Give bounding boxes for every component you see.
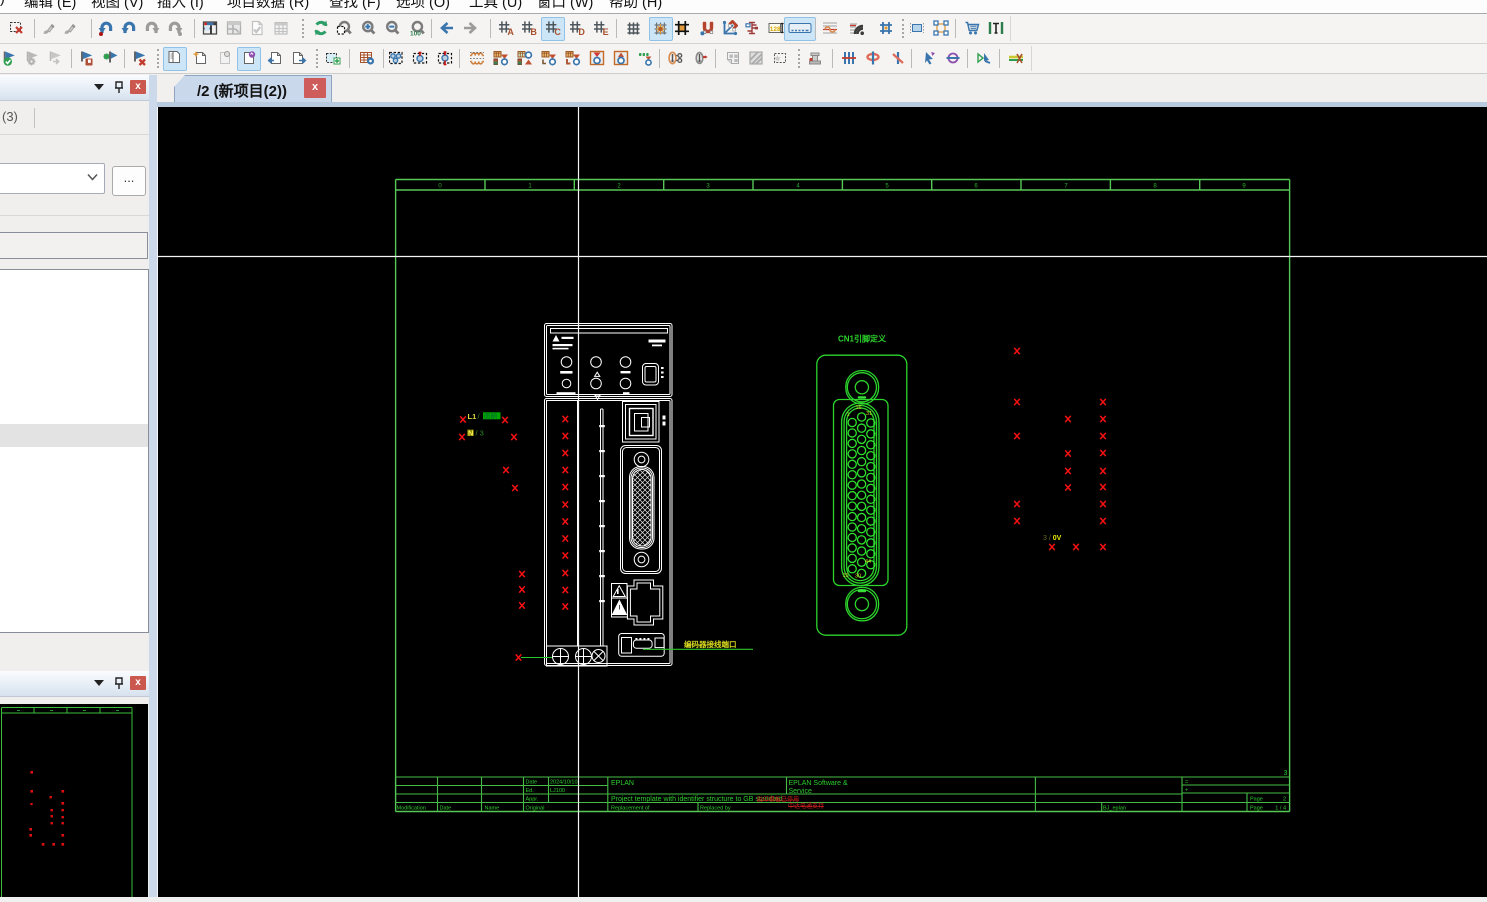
svg-text:Replacement of: Replacement of: [611, 806, 650, 812]
svg-text:9: 9: [1242, 184, 1246, 190]
svg-text:7: 7: [1064, 184, 1068, 190]
svg-text:30: 30: [855, 574, 861, 580]
svg-text:Replaced by: Replaced by: [700, 806, 731, 812]
svg-text:EPLAN: EPLAN: [611, 780, 634, 787]
svg-text:C: C: [554, 27, 561, 36]
svg-text:128: 128: [770, 26, 781, 33]
svg-text:Ed.: Ed.: [526, 788, 535, 794]
svg-text:100: 100: [410, 31, 421, 37]
svg-text:2: 2: [617, 184, 621, 190]
svg-text:E: E: [603, 27, 609, 36]
svg-text:15: 15: [843, 573, 849, 579]
svg-text:A: A: [507, 27, 514, 36]
svg-text:Original: Original: [526, 806, 545, 812]
svg-text:Date: Date: [440, 806, 452, 812]
svg-text:Name: Name: [485, 806, 500, 812]
svg-text:N: N: [468, 429, 473, 438]
svg-text:照明: 照明: [484, 413, 498, 421]
svg-text:BJ_eplan: BJ_eplan: [1103, 806, 1126, 812]
svg-text:Page: Page: [1250, 797, 1263, 803]
svg-text:2: 2: [1283, 797, 1286, 803]
svg-text:31: 31: [866, 411, 872, 417]
svg-text:L1: L1: [468, 412, 477, 421]
svg-text:Service: Service: [789, 788, 812, 795]
svg-text:1: 1: [847, 412, 850, 418]
svg-text:8: 8: [1153, 184, 1157, 190]
svg-text:Date: Date: [526, 780, 538, 786]
svg-text:D: D: [578, 27, 585, 36]
svg-text:0: 0: [438, 184, 442, 190]
svg-text:4: 4: [796, 184, 800, 190]
svg-text:3: 3: [1284, 770, 1288, 777]
svg-text:B: B: [530, 27, 537, 36]
svg-text:3 / 0V: 3 / 0V: [1043, 535, 1062, 542]
svg-text:/ 3: / 3: [476, 429, 484, 438]
svg-text:+: +: [1185, 788, 1188, 794]
svg-text:EPLAN Software &: EPLAN Software &: [789, 780, 848, 787]
svg-text:LJ100: LJ100: [550, 788, 565, 794]
svg-text:2024/10/10: 2024/10/10: [550, 780, 578, 786]
svg-text:编码器接线端口: 编码器接线端口: [684, 639, 737, 649]
svg-text:Appr.: Appr.: [526, 797, 539, 803]
svg-text:1 / 4: 1 / 4: [1275, 806, 1286, 812]
svg-text:3: 3: [706, 184, 710, 190]
svg-text:中达电通支持: 中达电通支持: [788, 802, 824, 810]
svg-text:Modification: Modification: [397, 806, 426, 812]
svg-text:16: 16: [856, 405, 862, 411]
svg-text:1: 1: [528, 184, 532, 190]
svg-text:6: 6: [974, 184, 978, 190]
svg-text:=: =: [1185, 780, 1188, 786]
svg-text:胶印模板已停用: 胶印模板已停用: [757, 796, 799, 804]
svg-text:44: 44: [865, 559, 871, 565]
svg-text:CN1引脚定义: CN1引脚定义: [838, 334, 887, 344]
svg-text:5: 5: [885, 184, 889, 190]
svg-text:Page: Page: [1250, 806, 1263, 812]
svg-text:/: /: [478, 412, 481, 421]
